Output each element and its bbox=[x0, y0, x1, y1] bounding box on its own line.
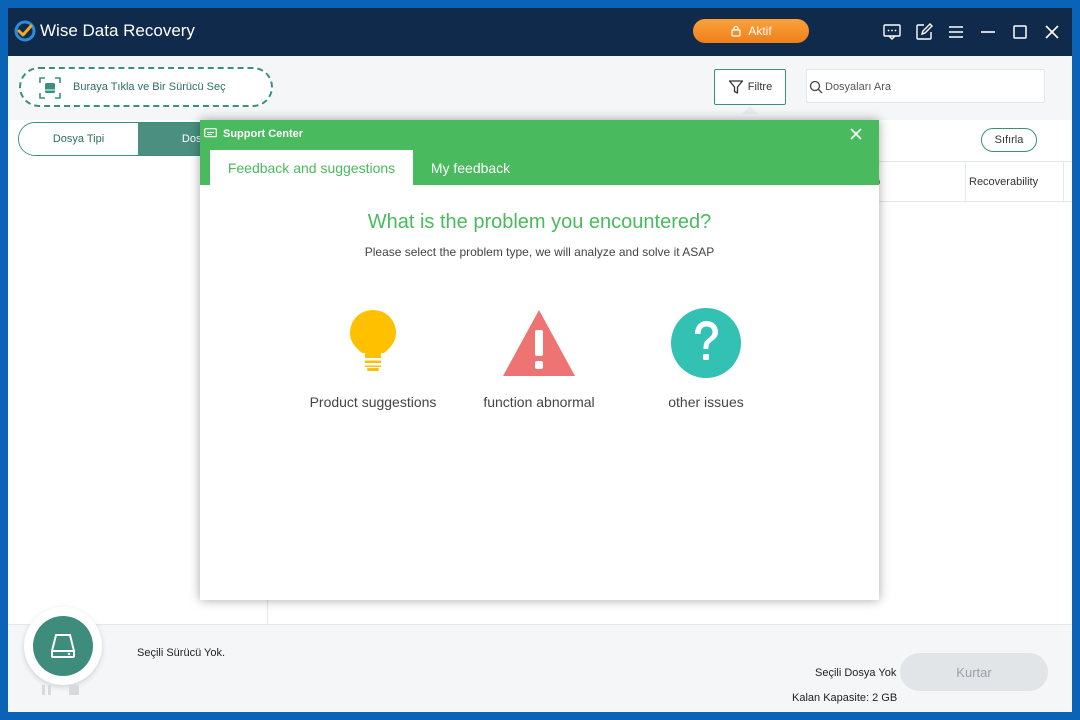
reset-button[interactable]: Sıfırla bbox=[981, 128, 1037, 152]
lock-icon bbox=[731, 25, 741, 37]
dialog-header: Support Center Feedback and suggestions … bbox=[200, 120, 879, 185]
tab-file-type[interactable]: Dosya Tipi bbox=[19, 123, 138, 155]
stop-icon[interactable] bbox=[69, 685, 79, 695]
app-logo-icon bbox=[14, 20, 36, 42]
hard-drive-icon bbox=[51, 634, 75, 658]
drive-status: Seçili Sürücü Yok. bbox=[137, 647, 226, 659]
pause-icon[interactable] bbox=[42, 685, 45, 695]
feedback-icon[interactable] bbox=[882, 22, 902, 42]
capacity-status: Kalan Kapasite: 2 GB bbox=[792, 692, 898, 704]
column-divider bbox=[1063, 162, 1064, 202]
filter-button[interactable]: Filtre bbox=[714, 69, 786, 105]
search-input[interactable] bbox=[825, 78, 1035, 96]
drive-select-button[interactable]: Buraya Tıkla ve Bir Sürücü Seç bbox=[19, 67, 273, 107]
activate-label: Aktif bbox=[748, 24, 772, 38]
drive-scan-icon bbox=[39, 77, 61, 99]
question-icon bbox=[671, 308, 741, 378]
search-box[interactable] bbox=[806, 69, 1045, 103]
warning-icon bbox=[503, 310, 575, 376]
tab-feedback-and-suggestions[interactable]: Feedback and suggestions bbox=[210, 150, 413, 185]
activate-button[interactable]: Aktif bbox=[693, 19, 809, 43]
option-label: Product suggestions bbox=[309, 394, 437, 410]
column-divider bbox=[965, 162, 966, 202]
option-label: function abnormal bbox=[483, 394, 595, 410]
problem-instructions: Please select the problem type, we will … bbox=[364, 245, 715, 259]
close-icon[interactable] bbox=[1042, 22, 1062, 42]
pause-icon-bar bbox=[48, 685, 51, 695]
search-icon bbox=[809, 80, 823, 94]
filter-dropdown-caret bbox=[742, 106, 758, 114]
problem-question: What is the problem you encountered? bbox=[367, 211, 712, 233]
option-label: other issues bbox=[668, 394, 744, 410]
recover-button[interactable]: Kurtar bbox=[900, 653, 1048, 691]
menu-icon[interactable] bbox=[946, 22, 966, 42]
dialog-title: Support Center bbox=[223, 128, 304, 140]
app-window: Wise Data Recovery Aktif Buraya Tıkla ve… bbox=[8, 8, 1072, 712]
drive-button[interactable] bbox=[24, 607, 102, 685]
dialog-close-icon[interactable] bbox=[850, 128, 862, 140]
option-function-abnormal[interactable]: function abnormal bbox=[464, 306, 614, 416]
toolbar: Buraya Tıkla ve Bir Sürücü Seç Filtre bbox=[8, 56, 1072, 120]
option-product-suggestions[interactable]: Product suggestions bbox=[298, 306, 448, 416]
app-title: Wise Data Recovery bbox=[40, 21, 195, 40]
filter-label: Filtre bbox=[747, 81, 773, 93]
drive-select-label: Buraya Tıkla ve Bir Sürücü Seç bbox=[73, 81, 226, 93]
minimize-icon[interactable] bbox=[978, 22, 998, 42]
column-header-recoverability[interactable]: Recoverability bbox=[969, 176, 1038, 188]
lightbulb-icon bbox=[350, 310, 396, 371]
file-status: Seçili Dosya Yok bbox=[815, 667, 897, 679]
edit-icon[interactable] bbox=[914, 22, 934, 42]
option-other-issues[interactable]: other issues bbox=[631, 306, 781, 416]
support-icon bbox=[204, 128, 217, 138]
bottom-bar: Seçili Sürücü Yok. Seçili Dosya Yok Kala… bbox=[8, 607, 1072, 712]
filter-icon bbox=[728, 80, 743, 94]
support-center-dialog: Support Center Feedback and suggestions … bbox=[200, 120, 879, 600]
title-bar: Wise Data Recovery Aktif bbox=[8, 8, 1072, 56]
maximize-icon[interactable] bbox=[1010, 22, 1030, 42]
tab-my-feedback[interactable]: My feedback bbox=[413, 150, 528, 185]
